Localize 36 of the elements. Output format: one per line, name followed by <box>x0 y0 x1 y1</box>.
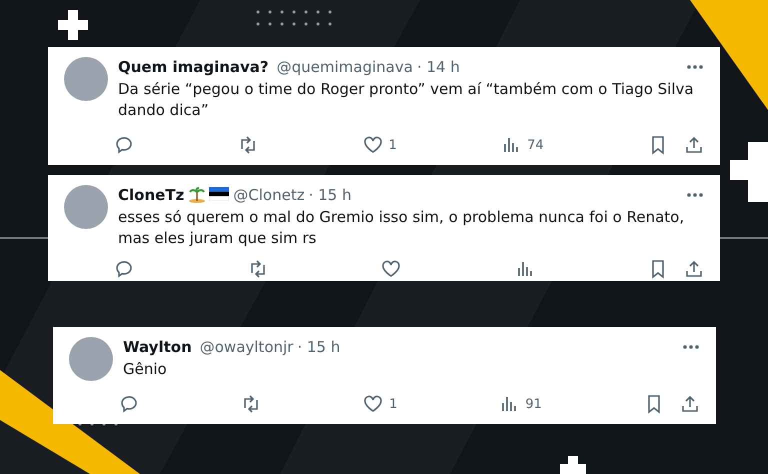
more-options-icon[interactable] <box>686 192 704 198</box>
more-options-icon[interactable] <box>686 64 704 70</box>
reply-icon[interactable] <box>119 394 139 414</box>
plus-shape <box>58 10 88 40</box>
timestamp[interactable]: · 14 h <box>416 58 460 76</box>
like-count: 1 <box>389 396 398 412</box>
share-icon[interactable] <box>684 259 704 279</box>
tweet-text: Gênio <box>123 359 168 380</box>
user-handle[interactable]: @owayltonjr <box>200 338 294 356</box>
share-icon[interactable] <box>680 394 700 414</box>
user-handle[interactable]: @Clonetz <box>233 186 305 204</box>
heart-icon[interactable] <box>381 259 401 279</box>
more-options-icon[interactable] <box>682 344 700 350</box>
view-count: 91 <box>525 396 542 412</box>
user-handle[interactable]: @quemimaginava <box>276 58 413 76</box>
palm-island-icon <box>188 187 206 203</box>
heart-icon[interactable] <box>362 135 383 155</box>
like-count: 1 <box>388 138 397 152</box>
tweet-text: Da série “pegou o time do Roger pronto” vem aí “também com o Tiago Silva dando dica” <box>118 79 695 121</box>
avatar[interactable] <box>64 185 108 229</box>
avatar[interactable] <box>69 337 113 381</box>
view-count: 74 <box>527 138 544 152</box>
display-name[interactable]: Quem imaginava? <box>118 58 269 76</box>
plus-shape <box>730 142 768 202</box>
share-icon[interactable] <box>684 135 704 155</box>
display-name[interactable]: Waylton <box>123 338 192 356</box>
flag-icon <box>209 187 230 201</box>
reply-icon[interactable] <box>114 135 134 155</box>
reply-icon[interactable] <box>114 259 134 279</box>
plus-shape <box>560 456 586 474</box>
avatar[interactable] <box>64 57 108 101</box>
heart-icon[interactable] <box>363 394 384 414</box>
display-name[interactable]: CloneTz <box>118 186 184 204</box>
timestamp[interactable]: · 15 h <box>308 186 352 204</box>
tweet-text: esses só querem o mal do Gremio isso sim, o problema nunca foi o Renato, mas eles juram que sim rs <box>118 207 686 249</box>
timestamp[interactable]: · 15 h <box>297 338 340 356</box>
